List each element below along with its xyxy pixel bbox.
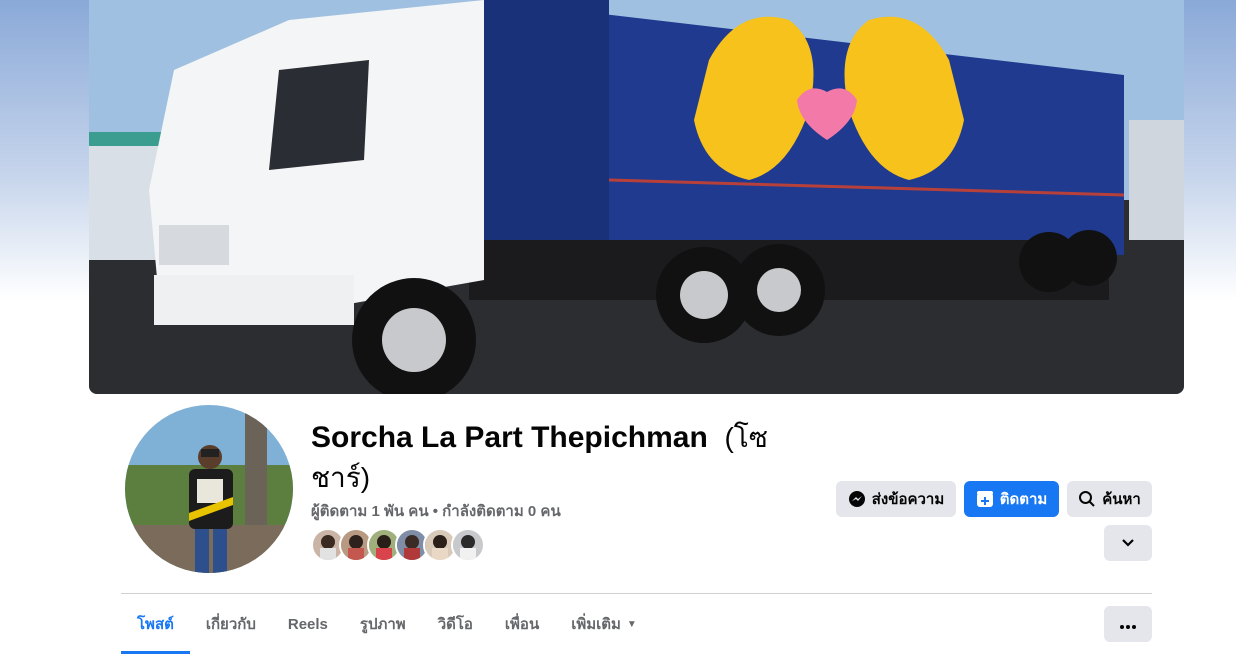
- message-button-label: ส่งข้อความ: [871, 491, 945, 508]
- ellipsis-icon: [1120, 616, 1136, 633]
- tab-friends[interactable]: เพื่อน: [489, 594, 555, 654]
- friends-avatars: [311, 528, 485, 562]
- follow-button[interactable]: ติดตาม: [964, 481, 1059, 517]
- profile-avatar[interactable]: [121, 401, 297, 577]
- friend-avatar[interactable]: [451, 528, 485, 562]
- tab-about[interactable]: เกี่ยวกับ: [190, 594, 272, 654]
- cover-photo[interactable]: [89, 0, 1184, 394]
- tab-posts[interactable]: โพสต์: [121, 594, 190, 654]
- profile-name: Sorcha La Part Thepichman (โซชาร์): [311, 418, 791, 498]
- follower-stats[interactable]: ผู้ติดตาม 1 พัน คน • กำลังติดตาม 0 คน: [311, 499, 561, 523]
- tab-label: เพื่อน: [504, 616, 540, 633]
- follow-button-label: ติดตาม: [999, 491, 1048, 508]
- tab-videos[interactable]: วิดีโอ: [422, 594, 489, 654]
- expand-button[interactable]: [1104, 525, 1152, 561]
- search-icon: [1078, 490, 1096, 508]
- tab-label: เพิ่มเติม: [571, 616, 621, 633]
- search-button[interactable]: ค้นหา: [1067, 481, 1152, 517]
- tab-label: วิดีโอ: [437, 616, 473, 633]
- search-button-label: ค้นหา: [1102, 491, 1141, 508]
- chevron-down-icon: [1121, 535, 1135, 552]
- caret-down-icon: ▼: [626, 618, 637, 630]
- tab-reels[interactable]: Reels: [272, 594, 344, 654]
- more-options-button[interactable]: [1104, 606, 1152, 642]
- profile-name-text: Sorcha La Part Thepichman: [311, 421, 708, 454]
- tab-photos[interactable]: รูปภาพ: [344, 594, 422, 654]
- message-button[interactable]: ส่งข้อความ: [836, 481, 956, 517]
- tab-more[interactable]: เพิ่มเติม ▼: [555, 594, 653, 654]
- messenger-icon: [848, 490, 866, 508]
- tab-label: เกี่ยวกับ: [205, 616, 256, 633]
- follow-icon: [976, 490, 994, 508]
- tab-label: รูปภาพ: [359, 616, 406, 633]
- profile-tabs: โพสต์ เกี่ยวกับ Reels รูปภาพ วิดีโอ เพื่…: [121, 594, 653, 655]
- tab-label: Reels: [287, 615, 328, 633]
- tab-label: โพสต์: [137, 616, 174, 633]
